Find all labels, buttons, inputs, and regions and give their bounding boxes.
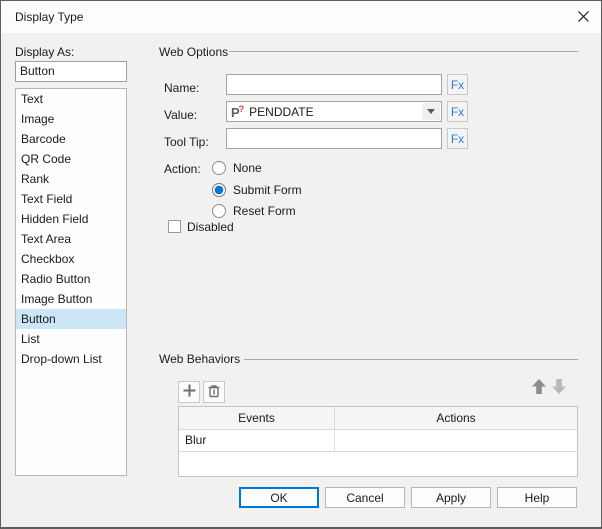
display-as-option[interactable]: QR Code	[16, 149, 126, 169]
display-as-option[interactable]: Rank	[16, 169, 126, 189]
ok-button[interactable]: OK	[239, 487, 319, 508]
combo-dropdown-arrow-icon[interactable]	[422, 103, 440, 120]
web-behaviors-divider	[244, 359, 578, 360]
name-label: Name:	[164, 81, 200, 95]
web-behaviors-title: Web Behaviors	[159, 352, 241, 366]
add-behavior-button[interactable]	[178, 381, 200, 403]
action-radio-row[interactable]: Submit Form	[212, 182, 302, 198]
radio-none[interactable]	[212, 161, 226, 175]
tooltip-input[interactable]	[226, 128, 442, 149]
disabled-checkbox-label: Disabled	[187, 219, 234, 234]
actions-column-header: Actions	[436, 411, 476, 425]
plus-icon	[182, 383, 197, 401]
cancel-button[interactable]: Cancel	[325, 487, 405, 508]
radio-reset-form[interactable]	[212, 204, 226, 218]
tooltip-label: Tool Tip:	[164, 135, 209, 149]
action-radio-row[interactable]: Reset Form	[212, 203, 296, 219]
disabled-checkbox[interactable]	[168, 220, 181, 233]
display-as-option[interactable]: Hidden Field	[16, 209, 126, 229]
display-as-option[interactable]: Button	[16, 309, 126, 329]
tooltip-fx-button[interactable]: Fx	[447, 128, 468, 149]
display-as-field[interactable]: Button	[15, 61, 127, 82]
apply-button[interactable]: Apply	[411, 487, 491, 508]
titlebar: Display Type	[1, 1, 601, 33]
arrow-up-icon	[531, 378, 547, 398]
events-column-header: Events	[179, 407, 335, 429]
event-cell[interactable]: Blur	[179, 430, 335, 451]
radio-reset-form-label: Reset Form	[233, 204, 296, 218]
display-as-option[interactable]: Text Area	[16, 229, 126, 249]
parameter-icon: P?	[231, 103, 245, 120]
radio-submit-form[interactable]	[212, 183, 226, 197]
web-options-title: Web Options	[159, 45, 229, 59]
value-fx-button[interactable]: Fx	[447, 101, 468, 122]
display-as-option[interactable]: Image	[16, 109, 126, 129]
display-as-option[interactable]: Radio Button	[16, 269, 126, 289]
name-input[interactable]	[226, 74, 442, 95]
value-combobox-text: PENDDATE	[249, 104, 314, 119]
display-as-label: Display As:	[15, 45, 75, 59]
name-fx-button[interactable]: Fx	[447, 74, 468, 95]
disabled-checkbox-row[interactable]: Disabled	[168, 219, 234, 234]
display-as-option[interactable]: Text	[16, 89, 126, 109]
behaviors-table-header: Events Actions	[179, 407, 577, 430]
action-cell[interactable]	[335, 430, 577, 451]
display-as-option[interactable]: Barcode	[16, 129, 126, 149]
value-label: Value:	[164, 108, 198, 122]
dialog-title: Display Type	[15, 10, 84, 24]
behaviors-table: Events Actions Blur	[178, 406, 578, 477]
delete-behavior-button[interactable]	[203, 381, 225, 403]
display-type-dialog: Display Type Display As: Button Text Ima…	[0, 0, 602, 529]
table-row[interactable]: Blur	[179, 430, 577, 452]
close-icon	[577, 10, 590, 26]
action-label: Action:	[164, 162, 201, 176]
web-options-divider	[229, 51, 578, 52]
action-radio-row[interactable]: None	[212, 160, 262, 176]
move-down-button[interactable]	[550, 378, 568, 398]
display-as-option[interactable]: Drop-down List	[16, 349, 126, 369]
display-as-option[interactable]: Text Field	[16, 189, 126, 209]
radio-submit-form-label: Submit Form	[233, 183, 302, 197]
display-as-option[interactable]: Image Button	[16, 289, 126, 309]
display-as-option[interactable]: Checkbox	[16, 249, 126, 269]
move-up-button[interactable]	[530, 378, 548, 398]
close-button[interactable]	[573, 8, 593, 28]
arrow-down-icon	[551, 378, 567, 398]
radio-none-label: None	[233, 161, 262, 175]
display-as-listbox: Text Image Barcode QR Code Rank Text Fie…	[15, 88, 127, 476]
trash-icon	[206, 383, 222, 402]
help-button[interactable]: Help	[497, 487, 577, 508]
display-as-option[interactable]: List	[16, 329, 126, 349]
value-combobox[interactable]: P? PENDDATE	[226, 101, 442, 122]
